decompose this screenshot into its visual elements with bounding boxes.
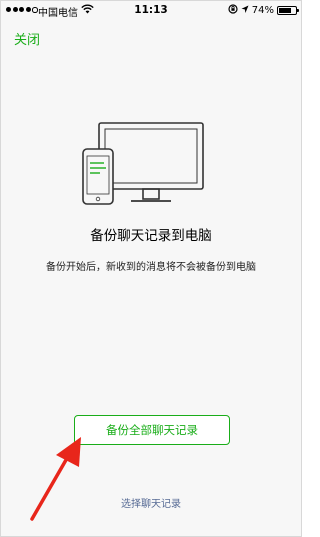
backup-description: 备份开始后，新收到的消息将不会被备份到电脑	[46, 262, 256, 273]
battery-icon	[277, 6, 299, 15]
select-records-link[interactable]: 选择聊天记录	[1, 495, 301, 510]
battery-percent: 74%	[251, 5, 274, 16]
location-icon	[241, 5, 249, 17]
status-bar: 中国电信 11:13 74%	[1, 1, 301, 21]
close-button[interactable]: 关闭	[14, 29, 40, 48]
monitor-icon	[98, 122, 204, 202]
backup-all-button[interactable]: 备份全部聊天记录	[74, 415, 230, 445]
backup-screen: 中国电信 11:13 74% 关闭 备份聊天记录到电脑 备份开始后，新收到的消息…	[0, 0, 302, 537]
status-right: 74%	[228, 4, 299, 17]
annotation-arrow-icon	[26, 433, 86, 527]
phone-to-computer-illustration	[81, 119, 207, 215]
rotation-lock-icon	[228, 4, 238, 17]
battery-fill	[279, 8, 291, 13]
page-title: 备份聊天记录到电脑	[90, 228, 212, 244]
phone-icon	[82, 148, 114, 205]
